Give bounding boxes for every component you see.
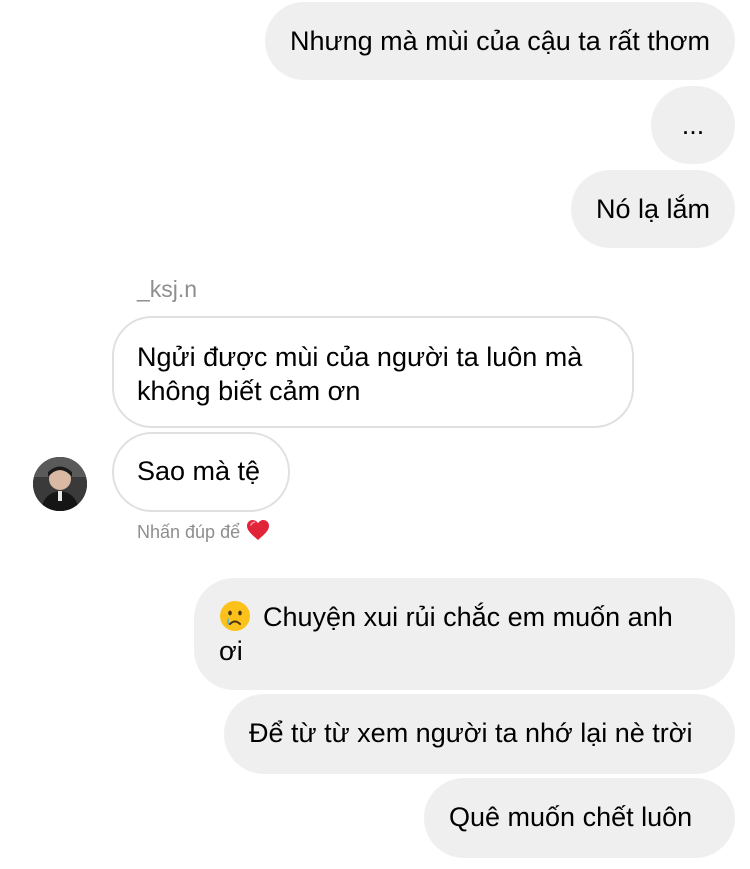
outgoing-message[interactable]: Nhưng mà mùi của cậu ta rất thơm (265, 2, 735, 80)
sender-username[interactable]: _ksj.n (137, 276, 197, 303)
message-text-line: ơi (219, 636, 243, 666)
message-text: Quê muốn chết luôn (449, 802, 693, 832)
message-text: Để từ từ xem người ta nhớ lại nè trời (249, 718, 693, 748)
incoming-message[interactable]: Ngửi được mùi của người ta luôn mà không… (112, 316, 634, 428)
message-text: ... (681, 110, 705, 140)
hint-text: Nhấn đúp để (137, 522, 241, 542)
outgoing-message[interactable]: Để từ từ xem người ta nhớ lại nè trời (224, 694, 735, 774)
message-text: Chuyện xui rủi chắc em muốn anh (263, 602, 673, 632)
avatar-image (33, 457, 87, 511)
message-text: Nó lạ lắm (595, 194, 710, 224)
message-text-line: không biết cảm ơn (137, 376, 361, 406)
outgoing-message[interactable]: Nó lạ lắm (570, 170, 735, 248)
double-tap-hint: Nhấn đúp để (137, 519, 270, 546)
outgoing-message[interactable]: ... (651, 86, 735, 164)
incoming-message[interactable]: Sao mà tệ (112, 432, 290, 512)
message-text-line: Chuyện xui rủi chắc em muốn anh (219, 600, 710, 634)
message-text: Sao mà tệ (137, 456, 261, 486)
heart-icon (246, 519, 270, 546)
avatar[interactable] (33, 457, 87, 511)
message-text: Nhưng mà mùi của cậu ta rất thơm (290, 26, 710, 56)
outgoing-message[interactable]: Chuyện xui rủi chắc em muốn anh ơi (194, 578, 735, 690)
crying-face-icon (219, 600, 251, 632)
outgoing-message[interactable]: Quê muốn chết luôn (424, 778, 735, 858)
message-text-line: Ngửi được mùi của người ta luôn mà (137, 342, 583, 372)
